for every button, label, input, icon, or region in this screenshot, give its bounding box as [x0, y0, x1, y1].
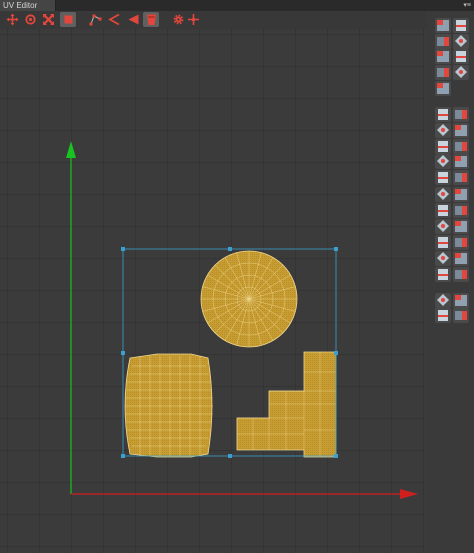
u-axis-arrow — [400, 489, 418, 499]
pivot-icon[interactable] — [185, 12, 201, 27]
flip-icon[interactable] — [453, 65, 469, 80]
uv-shell-steps[interactable] — [236, 351, 337, 458]
rotate-tool-icon[interactable] — [22, 12, 38, 27]
scatter-icon[interactable] — [435, 267, 451, 282]
uv-shell-barrel[interactable] — [124, 353, 213, 458]
layout-icon[interactable] — [453, 107, 469, 122]
handle-top[interactable] — [228, 247, 232, 251]
stitch-icon[interactable] — [435, 49, 451, 64]
grid-snap-icon[interactable] — [435, 308, 451, 323]
checker-icon[interactable] — [453, 293, 469, 308]
uv-viewport[interactable] — [0, 29, 424, 553]
toolbar — [0, 11, 474, 29]
align-left-icon[interactable] — [453, 123, 469, 138]
orient-icon[interactable] — [435, 123, 451, 138]
match-bottom-icon[interactable] — [435, 251, 451, 266]
align-right-icon[interactable] — [435, 139, 451, 154]
sew-icon[interactable] — [435, 107, 451, 122]
shell-select-icon[interactable] — [453, 267, 469, 282]
rect-select-tool-icon[interactable] — [60, 12, 76, 27]
distribute-h-icon[interactable] — [453, 154, 469, 169]
handle-top-right[interactable] — [334, 247, 338, 251]
stretch-h-icon[interactable] — [453, 203, 469, 218]
tab-uv-editor[interactable]: UV Editor — [0, 0, 56, 11]
stretch-v-icon[interactable] — [435, 219, 451, 234]
align-icon[interactable] — [453, 34, 469, 49]
grow-select-icon[interactable] — [435, 293, 451, 308]
move-tool-icon[interactable] — [4, 12, 20, 27]
pack-icon[interactable] — [435, 34, 451, 49]
uv-tools-panel — [426, 11, 474, 553]
stack-bottom-icon[interactable] — [435, 203, 451, 218]
match-top-icon[interactable] — [453, 235, 469, 250]
menu-dropdown-icon[interactable]: ▾≡ — [463, 1, 471, 10]
match-right-icon[interactable] — [435, 235, 451, 250]
weld-icon[interactable] — [453, 49, 469, 64]
handle-bottom-left[interactable] — [121, 454, 125, 458]
stack-top-icon[interactable] — [453, 187, 469, 202]
handle-right[interactable] — [334, 351, 338, 355]
handle-left[interactable] — [121, 351, 125, 355]
handle-bottom[interactable] — [228, 454, 232, 458]
v-axis-arrow — [66, 141, 76, 158]
title-bar: UV Editor ▾≡ — [0, 0, 474, 11]
uv-canvas[interactable] — [0, 29, 424, 553]
distribute-v-icon[interactable] — [435, 170, 451, 185]
settings-gear-icon[interactable] — [170, 12, 186, 27]
snap-right-icon[interactable] — [435, 187, 451, 202]
gather-icon[interactable] — [453, 251, 469, 266]
relax-icon[interactable] — [453, 18, 469, 33]
straighten-icon[interactable] — [435, 81, 451, 96]
snap-left-icon[interactable] — [453, 170, 469, 185]
align-top-icon[interactable] — [453, 139, 469, 154]
handle-bottom-right[interactable] — [334, 454, 338, 458]
scale-tool-icon[interactable] — [40, 12, 56, 27]
cut-icon[interactable] — [453, 308, 469, 323]
vertex-mode-icon[interactable] — [87, 12, 103, 27]
edge-mode-icon[interactable] — [106, 12, 122, 27]
align-bottom-icon[interactable] — [435, 154, 451, 169]
uv-shell-disc[interactable] — [200, 250, 298, 348]
handle-top-left[interactable] — [121, 247, 125, 251]
face-mode-icon[interactable] — [125, 12, 141, 27]
match-left-icon[interactable] — [453, 219, 469, 234]
element-mode-icon[interactable] — [143, 12, 159, 27]
unfold-icon[interactable] — [435, 18, 451, 33]
split-icon[interactable] — [435, 65, 451, 80]
